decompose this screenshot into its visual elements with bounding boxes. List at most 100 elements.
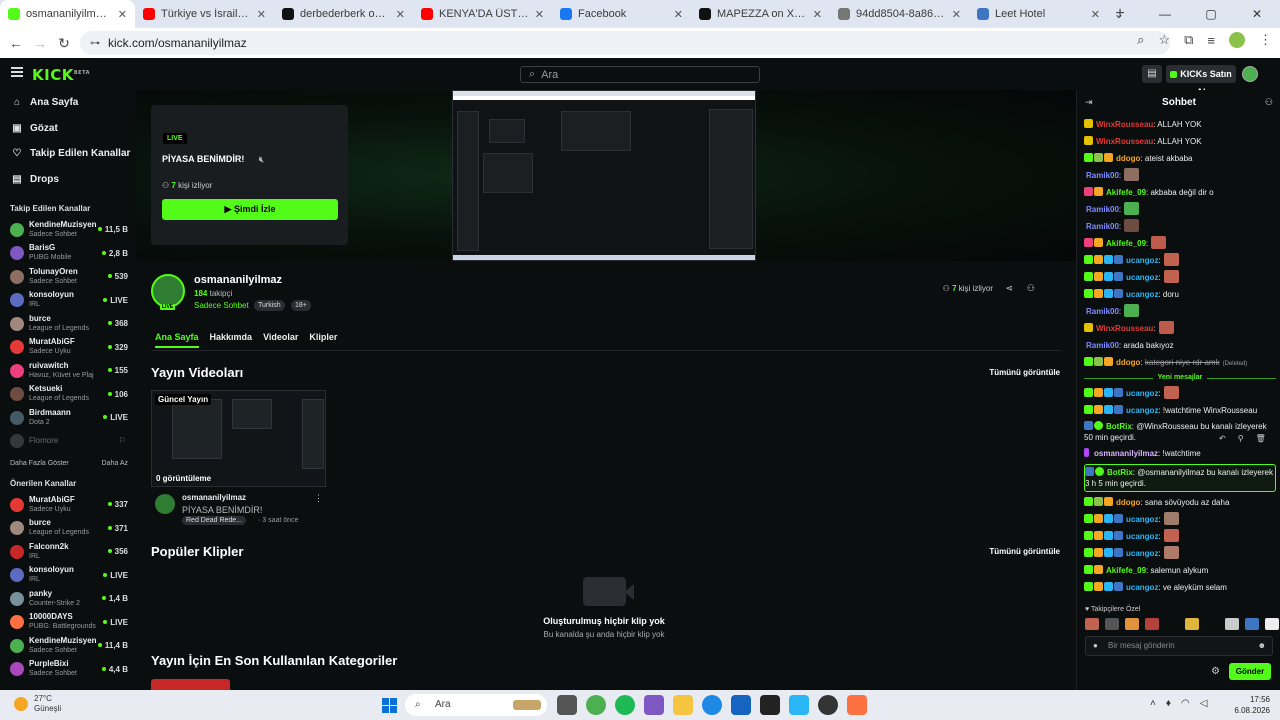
tab-1[interactable]: Hakkımda	[210, 332, 253, 348]
tab-3[interactable]: Klipler	[309, 332, 337, 348]
chat-message-bot[interactable]: BotRix: @osmananilyilmaz bu kanalı izley…	[1084, 464, 1276, 492]
chat-username[interactable]: osmananilyilmaz	[1094, 449, 1158, 458]
chat-message[interactable]: Ramik00:	[1084, 218, 1276, 235]
emote[interactable]	[1151, 236, 1167, 249]
sidebar-channel[interactable]: ruivawitch Havuz, Küvet ve Plaj 155	[0, 359, 136, 383]
sidebar-item-home[interactable]: ⌂ Ana Sayfa	[0, 90, 136, 116]
chat-message[interactable]: ddogo: ateist akbaba	[1084, 150, 1276, 167]
sidebar-channel[interactable]: MuratAbiGF Sadece Uyku 329	[0, 336, 136, 360]
stats-icon[interactable]	[760, 695, 780, 715]
chat-username[interactable]: Ramik00	[1086, 205, 1119, 214]
browser-tab[interactable]: Türkiye vs İsrail | Savaş Se ✕	[135, 0, 274, 28]
hamburger-menu-icon[interactable]	[11, 67, 23, 69]
chevron-up-icon[interactable]: ˄	[1150, 698, 1156, 709]
chat-username[interactable]: ucangoz	[1126, 515, 1158, 524]
emote[interactable]	[1163, 270, 1179, 283]
browser-tab[interactable]: KENYA'DA ÜSTÜ ÖRTÜLEN ✕	[413, 0, 552, 28]
sidebar-channel[interactable]: KendineMuzisyen Sadece Sohbet 11,5 B	[0, 218, 136, 242]
chat-message[interactable]: WinxRousseau: ALLAH YOK	[1084, 116, 1276, 133]
chat-message[interactable]: ucangoz:	[1084, 385, 1276, 402]
trash-icon[interactable]: 🗑︎	[1256, 434, 1266, 443]
url-field[interactable]: ⊶ kick.com/osmananilyilmaz	[80, 31, 1170, 55]
chat-message[interactable]: WinxRousseau: ALLAH YOK	[1084, 133, 1276, 150]
chat-message[interactable]: ucangoz: doru	[1084, 286, 1276, 303]
video-thumbnail[interactable]: Güncel Yayın 0 görüntüleme	[151, 390, 326, 487]
back-button[interactable]: ←	[4, 35, 28, 51]
chat-message[interactable]: Ramik00:	[1084, 201, 1276, 218]
chat-username[interactable]: ddogo	[1116, 498, 1140, 507]
chat-message[interactable]: WinxRousseau:	[1084, 320, 1276, 337]
chat-username[interactable]: ucangoz	[1126, 532, 1158, 541]
emote[interactable]	[1163, 529, 1179, 542]
chat-users-icon[interactable]: ⚇	[1265, 97, 1273, 108]
chat-username[interactable]: Ramik00	[1086, 307, 1119, 316]
sidebar-channel[interactable]: KendineMuzisyen Sadece Sohbet 11,4 B	[0, 634, 136, 658]
installer-icon[interactable]	[789, 695, 809, 715]
chat-username[interactable]: WinxRousseau	[1096, 137, 1153, 146]
app-icon[interactable]	[847, 695, 867, 715]
file-explorer-icon[interactable]	[673, 695, 693, 715]
category-thumbnail[interactable]	[151, 679, 230, 690]
minimize-button[interactable]: —	[1142, 0, 1188, 28]
sidebar-channel[interactable]: konsoloyun IRL LIVE	[0, 564, 136, 588]
close-tab-icon[interactable]: ✕	[813, 8, 822, 21]
video-channel-name[interactable]: osmananilyilmaz	[182, 493, 246, 502]
emote[interactable]	[1124, 219, 1140, 232]
extensions-icon[interactable]: ⧉	[1184, 32, 1193, 48]
emote[interactable]	[1105, 618, 1119, 630]
emote[interactable]	[1145, 618, 1159, 630]
emote[interactable]	[1125, 618, 1139, 630]
task-view-icon[interactable]	[557, 695, 577, 715]
chat-username[interactable]: Ramik00	[1086, 341, 1119, 350]
chrome-icon[interactable]	[586, 695, 606, 715]
maximize-button[interactable]: ▢	[1188, 0, 1234, 28]
watch-now-button[interactable]: ▶ Şimdi İzle	[162, 199, 338, 220]
emote[interactable]	[1124, 304, 1140, 317]
sidebar-channel[interactable]: MuratAbiGF Sadece Uyku 337	[0, 493, 136, 517]
close-tab-icon[interactable]: ✕	[396, 8, 405, 21]
sidebar-channel[interactable]: 10000DAYS PUBG: Battlegrounds LIVE	[0, 611, 136, 635]
chat-username[interactable]: Ramik00	[1086, 222, 1119, 231]
mute-icon[interactable]: 🔇︎	[259, 155, 264, 164]
close-tab-icon[interactable]: ✕	[257, 8, 266, 21]
video-category[interactable]: Red Dead Rede...	[182, 516, 247, 525]
emote[interactable]	[1124, 168, 1140, 181]
kick-logo[interactable]: KICKBETA	[32, 66, 90, 84]
spotify-icon[interactable]	[615, 695, 635, 715]
edge-icon[interactable]	[702, 695, 722, 715]
chat-username[interactable]: Akifefe_09	[1106, 188, 1146, 197]
chat-message[interactable]: Ramik00: arada bakıyoz	[1084, 337, 1276, 354]
close-tab-icon[interactable]: ✕	[535, 8, 544, 21]
library-icon[interactable]: ▤	[1142, 65, 1162, 83]
chat-input[interactable]: ● Bir mesaj gönderin ☻	[1085, 636, 1273, 656]
clock[interactable]: 17:56 6.08.2026	[1232, 694, 1270, 716]
avatar[interactable]	[155, 494, 175, 514]
emote[interactable]	[1158, 321, 1174, 334]
chat-message[interactable]: ucangoz:	[1084, 511, 1276, 528]
gear-icon[interactable]: ⚙	[1211, 666, 1220, 677]
share-icon[interactable]: ⋖	[1005, 283, 1013, 294]
tag-age[interactable]: 18+	[291, 300, 311, 311]
browser-tab[interactable]: 94dd8504-8a86-4d50-86 ✕	[830, 0, 969, 28]
channel-category[interactable]: Sadece Sohbet	[194, 301, 249, 310]
emote[interactable]	[1185, 618, 1199, 630]
reload-button[interactable]: ↻	[52, 35, 76, 52]
chevron-down-icon[interactable]: ⌄	[1096, 0, 1142, 28]
site-info-icon[interactable]: ⊶	[90, 38, 100, 49]
sidebar-item-browse[interactable]: ▣ Gözat	[0, 116, 136, 142]
emoji-icon[interactable]: ☻	[1258, 637, 1266, 655]
close-tab-icon[interactable]: ✕	[674, 8, 683, 21]
sidebar-channel[interactable]: panky Counter-Strike 2 1,4 B	[0, 587, 136, 611]
tag-language[interactable]: Turkish	[254, 300, 285, 311]
chat-message[interactable]: ucangoz:	[1084, 545, 1276, 562]
wifi-icon[interactable]: ◠	[1181, 698, 1190, 709]
chat-settings-icon[interactable]: ●	[1093, 637, 1098, 655]
buy-kicks-button[interactable]: KICKs Satın Al	[1166, 65, 1236, 97]
emote[interactable]	[1245, 618, 1259, 630]
chat-username[interactable]: ucangoz	[1126, 290, 1158, 299]
chat-message[interactable]: ddogo: sana sövüyodu az daha	[1084, 494, 1276, 511]
emote[interactable]	[1085, 618, 1099, 630]
emote[interactable]	[1205, 618, 1219, 630]
chat-message[interactable]: ucangoz:	[1084, 269, 1276, 286]
sidebar-channel[interactable]: BarisG PUBG Mobile 2,8 B	[0, 242, 136, 266]
